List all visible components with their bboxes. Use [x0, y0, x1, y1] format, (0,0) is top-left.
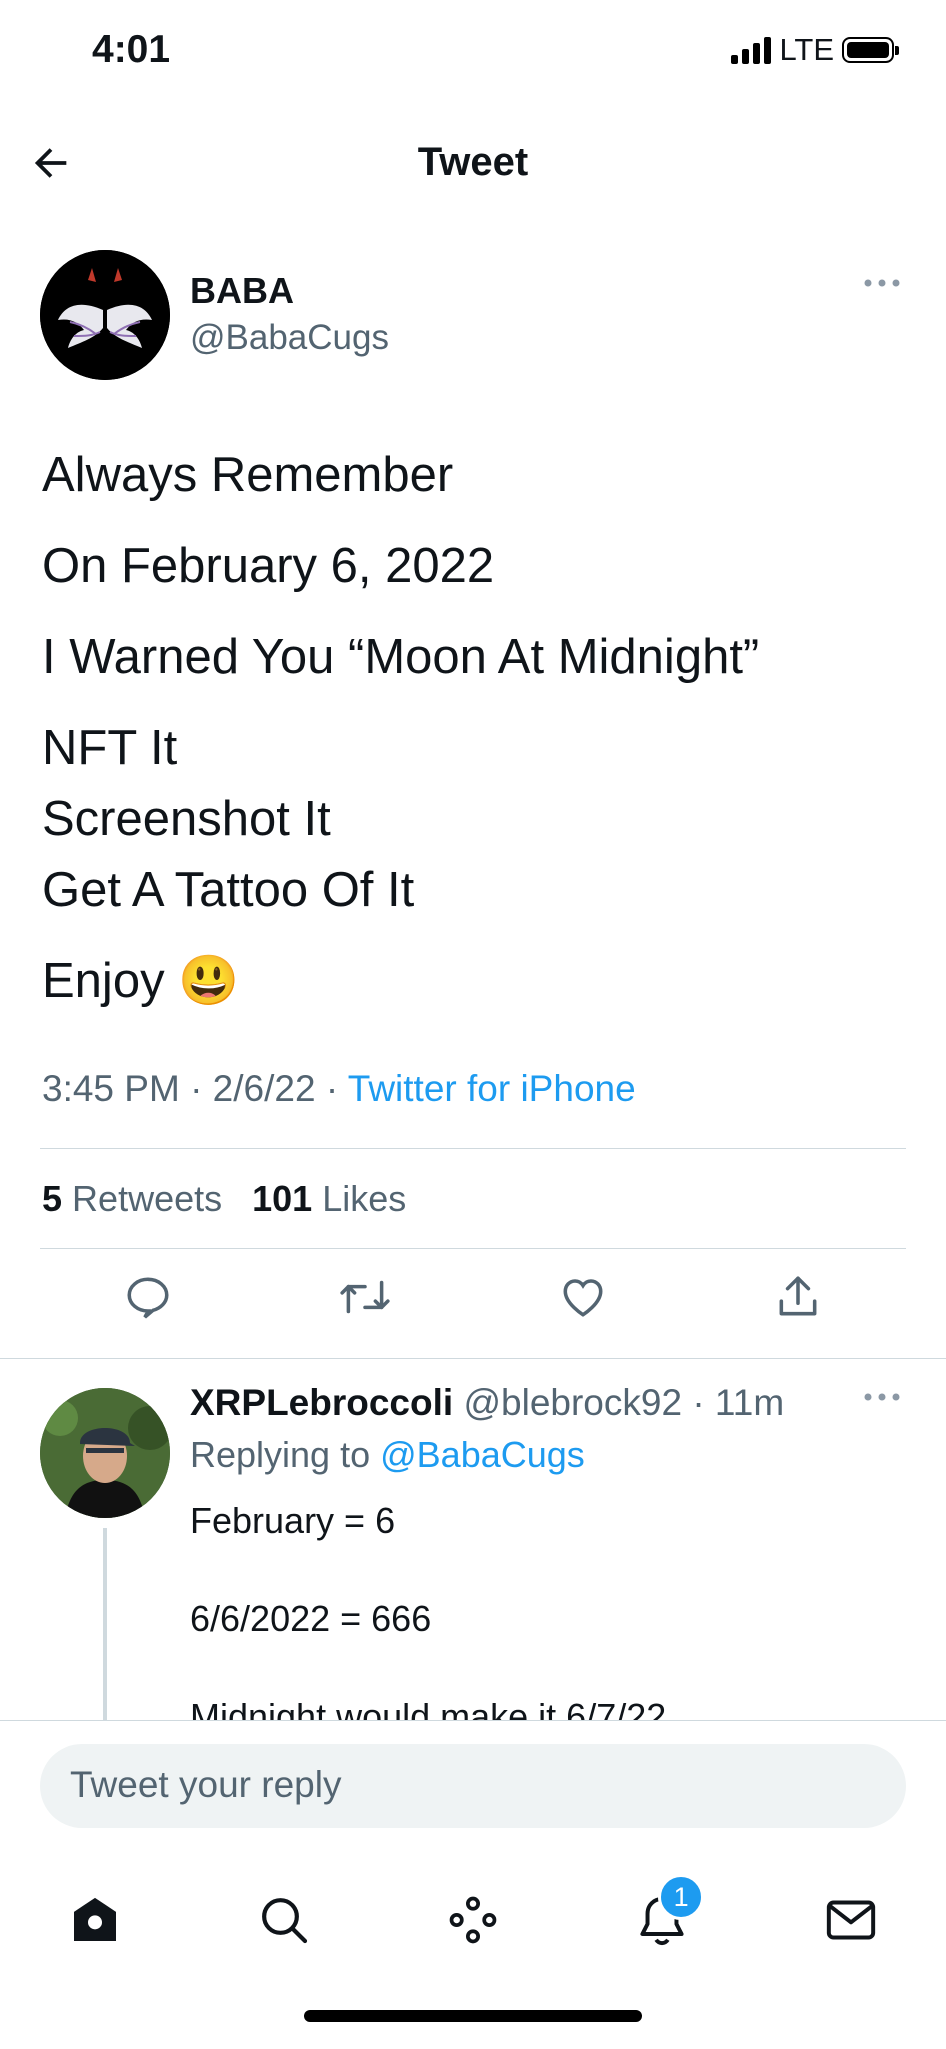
retweets-label: Retweets — [72, 1178, 223, 1219]
tweet-line: Get A Tattoo Of It — [42, 863, 415, 917]
tweet-line: Enjoy 😃 — [42, 954, 240, 1008]
likes-count: 101 — [252, 1178, 313, 1219]
like-button[interactable] — [558, 1272, 608, 1327]
status-indicators: LTE — [731, 32, 899, 68]
reply-line: February = 6 — [190, 1500, 396, 1541]
share-icon — [779, 1276, 817, 1316]
tab-messages[interactable] — [811, 1880, 891, 1960]
reply-more-button[interactable] — [862, 1390, 902, 1408]
tweet-line: I Warned You “Moon At Midnight” — [42, 630, 760, 684]
divider — [40, 1148, 906, 1149]
reply-author-name[interactable]: XRPLebroccoli — [190, 1382, 453, 1423]
likes-stat[interactable]: 101 Likes — [252, 1178, 406, 1219]
tweet-timestamp: 3:45 PM · 2/6/22 · — [42, 1068, 348, 1109]
more-options-button[interactable] — [862, 276, 902, 294]
tab-search[interactable] — [244, 1880, 324, 1960]
tab-bar: 1 — [0, 1870, 946, 1970]
tweet-line: On February 6, 2022 — [42, 539, 495, 593]
tweet-line: Always Remember — [42, 448, 454, 502]
more-icon — [864, 279, 900, 287]
reply-time: · 11m — [692, 1382, 785, 1423]
spaces-icon — [449, 1896, 497, 1944]
tweet-actions — [40, 1272, 906, 1327]
reply-placeholder: Tweet your reply — [70, 1764, 342, 1805]
winged-logo-image — [40, 250, 170, 380]
like-icon — [563, 1279, 603, 1317]
tweet-stats: 5 Retweets 101 Likes — [42, 1178, 406, 1220]
reply-button[interactable] — [123, 1272, 173, 1327]
reply-text: February = 6 6/6/2022 = 666 Midnight wou… — [190, 1496, 890, 1741]
replying-to: Replying to @BabaCugs — [190, 1434, 585, 1476]
divider — [0, 1358, 946, 1359]
tweet-line: NFT It — [42, 721, 178, 775]
tweet-source-link[interactable]: Twitter for iPhone — [348, 1068, 636, 1109]
tab-spaces[interactable] — [433, 1880, 513, 1960]
reply-author-handle[interactable]: @blebrock92 — [463, 1382, 682, 1423]
messages-icon — [827, 1900, 876, 1940]
signal-icon — [731, 36, 772, 64]
likes-label: Likes — [322, 1178, 407, 1219]
reply-avatar-photo — [40, 1388, 170, 1518]
reply-composer[interactable]: Tweet your reply — [40, 1744, 906, 1828]
notifications-badge: 1 — [658, 1874, 705, 1920]
home-indicator — [304, 2010, 642, 2022]
retweet-icon — [340, 1280, 390, 1314]
share-button[interactable] — [773, 1272, 823, 1327]
retweets-count: 5 — [42, 1178, 63, 1219]
retweet-button[interactable] — [338, 1272, 392, 1327]
search-icon — [261, 1898, 307, 1944]
thread-line — [103, 1528, 107, 1728]
back-arrow-icon — [34, 148, 67, 178]
avatar[interactable] — [40, 250, 170, 380]
tweet-meta: 3:45 PM · 2/6/22 · Twitter for iPhone — [42, 1068, 636, 1110]
home-icon — [73, 1897, 116, 1941]
author-name[interactable]: BABA — [190, 270, 294, 312]
tab-notifications[interactable]: 1 — [622, 1874, 705, 1960]
status-time: 4:01 — [92, 28, 171, 71]
avatar[interactable] — [40, 1388, 170, 1518]
reply-icon — [127, 1277, 169, 1319]
tweet-line: Screenshot It — [42, 792, 331, 846]
divider — [40, 1248, 906, 1249]
back-button[interactable] — [28, 140, 74, 191]
tweet-text: Always Remember On February 6, 2022 I Wa… — [42, 440, 912, 1017]
author-handle[interactable]: @BabaCugs — [190, 318, 389, 358]
network-label: LTE — [779, 32, 834, 67]
battery-icon — [842, 37, 899, 63]
replying-to-link[interactable]: @BabaCugs — [380, 1434, 585, 1475]
reply-line: 6/6/2022 = 666 — [190, 1598, 432, 1639]
more-icon — [864, 1393, 900, 1401]
retweets-stat[interactable]: 5 Retweets — [42, 1178, 222, 1219]
tab-home[interactable] — [55, 1880, 135, 1960]
reply-header: XRPLebroccoli @blebrock92 · 11m — [190, 1382, 784, 1424]
page-title: Tweet — [417, 140, 529, 184]
replying-prefix: Replying to — [190, 1434, 381, 1475]
